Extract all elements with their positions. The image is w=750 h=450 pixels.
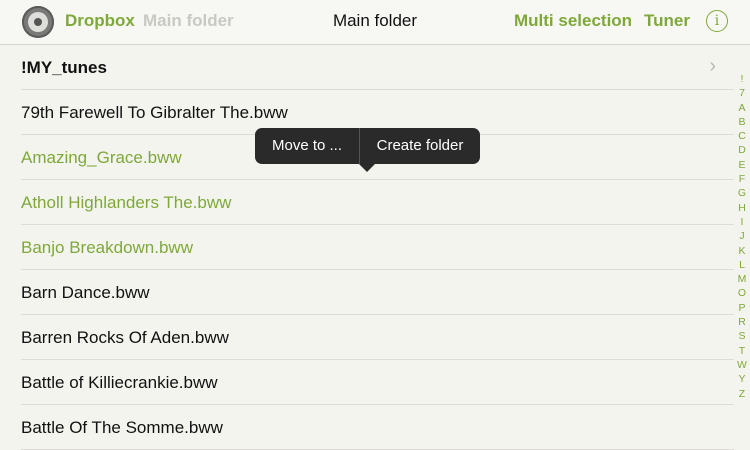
file-list: !MY_tunes › 79th Farewell To Gibralter T… [0,45,734,450]
dropbox-back-link[interactable]: Dropbox [65,11,135,31]
index-letter[interactable]: M [734,272,750,286]
index-letter[interactable]: Y [734,372,750,386]
folder-row[interactable]: !MY_tunes › [21,45,734,90]
list-item[interactable]: Barn Dance.bww [21,270,734,315]
file-name: Amazing_Grace.bww [21,148,182,167]
index-letter[interactable]: A [734,101,750,115]
index-letter[interactable]: J [734,229,750,243]
index-letter[interactable]: W [734,358,750,372]
file-name: 79th Farewell To Gibralter The.bww [21,103,288,122]
index-letter[interactable]: ! [734,72,750,86]
chevron-right-icon: › [709,55,716,77]
alphabet-index[interactable]: ! 7 A B C D E F G H I J K L M O P R S T W Y Z [734,72,750,401]
index-letter[interactable]: C [734,129,750,143]
index-letter[interactable]: S [734,329,750,343]
index-letter[interactable]: P [734,301,750,315]
file-name: Atholl Highlanders The.bww [21,193,232,212]
index-letter[interactable]: D [734,143,750,157]
navigation-bar: Dropbox Main folder Main folder Multi se… [0,0,750,45]
list-item[interactable]: Battle of Killiecrankie.bww [21,360,734,405]
create-folder-button[interactable]: Create folder [360,128,480,164]
index-letter[interactable]: L [734,258,750,272]
index-letter[interactable]: G [734,186,750,200]
folder-name: !MY_tunes [21,58,107,77]
page-title: Main folder [332,11,418,30]
edit-menu-popover: Move to ... Create folder [255,128,480,172]
index-letter[interactable]: H [734,201,750,215]
main-folder-breadcrumb: Main folder [143,11,234,30]
index-letter[interactable]: K [734,244,750,258]
index-letter[interactable]: F [734,172,750,186]
file-name: Barren Rocks Of Aden.bww [21,328,229,347]
file-name: Battle Of The Somme.bww [21,418,223,437]
index-letter[interactable]: O [734,286,750,300]
tuner-button[interactable]: Tuner [644,11,690,31]
multi-selection-button[interactable]: Multi selection [514,11,632,31]
move-to-button[interactable]: Move to ... [255,128,359,164]
index-letter[interactable]: E [734,158,750,172]
list-item[interactable]: Battle Of The Somme.bww [21,405,734,450]
index-letter[interactable]: Z [734,387,750,401]
film-reel-icon[interactable] [22,6,54,38]
index-letter[interactable]: 7 [734,86,750,100]
file-name: Battle of Killiecrankie.bww [21,373,218,392]
list-item[interactable]: Banjo Breakdown.bww [21,225,734,270]
index-letter[interactable]: B [734,115,750,129]
list-item[interactable]: Barren Rocks Of Aden.bww [21,315,734,360]
index-letter[interactable]: I [734,215,750,229]
info-icon[interactable]: i [706,10,728,32]
index-letter[interactable]: R [734,315,750,329]
file-name: Banjo Breakdown.bww [21,238,193,257]
index-letter[interactable]: T [734,344,750,358]
list-item[interactable]: Atholl Highlanders The.bww [21,180,734,225]
file-name: Barn Dance.bww [21,283,150,302]
